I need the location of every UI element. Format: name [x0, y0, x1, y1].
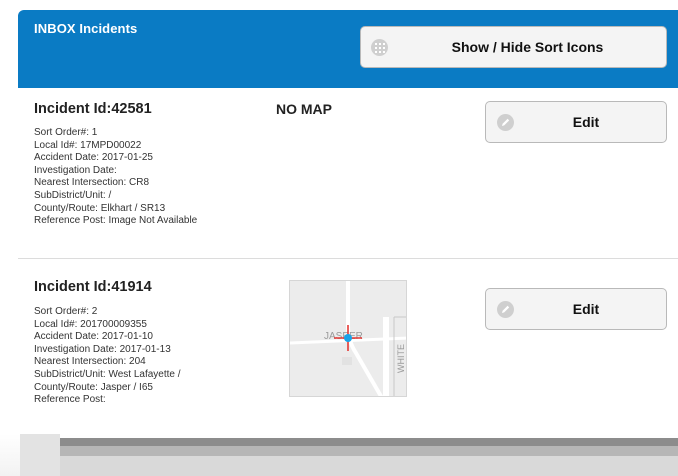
- incident-row[interactable]: Incident Id:41914 Sort Order#: 2 Local I…: [18, 260, 678, 435]
- detail-county-route: County/Route: Elkhart / SR13: [34, 202, 166, 214]
- location-marker-icon: [344, 334, 352, 342]
- page-title: INBOX Incidents: [34, 21, 138, 36]
- edit-button-label: Edit: [572, 114, 600, 130]
- detail-local-id: Local Id#: 17MPD00022: [34, 139, 142, 151]
- map-graphic: JASPER WHITE: [290, 281, 406, 396]
- detail-accident-date: Accident Date: 2017-01-10: [34, 331, 153, 343]
- incident-details: Sort Order#: 1 Local Id#: 17MPD00022 Acc…: [34, 127, 197, 228]
- incident-panel: INBOX Incidents Show / Hide Sort Icons I…: [18, 10, 678, 435]
- edit-button[interactable]: Edit: [485, 101, 667, 143]
- detail-county-route: County/Route: Jasper / I65: [34, 381, 153, 393]
- blurred-footer: [0, 434, 678, 476]
- map-label-town: JASPER: [324, 331, 363, 342]
- sort-button-label: Show / Hide Sort Icons: [451, 39, 604, 55]
- incident-title: Incident Id:42581: [34, 101, 152, 117]
- detail-investigation-date: Investigation Date: 2017-01-13: [34, 343, 171, 355]
- detail-investigation-date: Investigation Date:: [34, 164, 117, 176]
- edit-button-label: Edit: [572, 301, 600, 317]
- incident-title: Incident Id:41914: [34, 279, 152, 295]
- edit-button[interactable]: Edit: [485, 288, 667, 330]
- detail-reference-post: Reference Post: Image Not Available: [34, 215, 198, 227]
- show-hide-sort-icons-button[interactable]: Show / Hide Sort Icons: [360, 26, 667, 68]
- detail-sort-order: Sort Order#: 2: [34, 306, 98, 317]
- incident-row[interactable]: Incident Id:42581 Sort Order#: 1 Local I…: [18, 88, 678, 259]
- header-bar: INBOX Incidents Show / Hide Sort Icons: [18, 10, 678, 88]
- map-label-road: WHITE: [396, 344, 406, 373]
- no-map-label: NO MAP: [276, 101, 332, 117]
- incident-map-thumbnail[interactable]: JASPER WHITE: [289, 280, 407, 397]
- detail-subdistrict: SubDistrict/Unit: /: [34, 189, 112, 201]
- detail-subdistrict: SubDistrict/Unit: West Lafayette /: [34, 368, 181, 380]
- detail-sort-order: Sort Order#: 1: [34, 127, 98, 138]
- detail-nearest-intersection: Nearest Intersection: 204: [34, 356, 146, 368]
- detail-accident-date: Accident Date: 2017-01-25: [34, 152, 153, 164]
- detail-reference-post: Reference Post:: [34, 394, 106, 406]
- detail-local-id: Local Id#: 201700009355: [34, 318, 147, 330]
- detail-nearest-intersection: Nearest Intersection: CR8: [34, 177, 150, 189]
- incident-details: Sort Order#: 2 Local Id#: 201700009355 A…: [34, 306, 181, 407]
